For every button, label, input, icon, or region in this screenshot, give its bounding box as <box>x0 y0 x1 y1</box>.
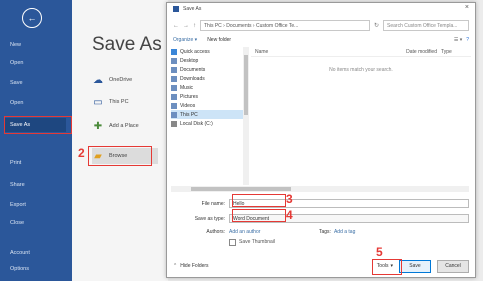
step-highlight-5 <box>372 259 402 275</box>
empty-list-message: No items match your search. <box>329 67 393 73</box>
up-icon[interactable]: ↑ <box>193 23 196 29</box>
tags-input[interactable]: Add a tag <box>334 229 355 235</box>
rail-item-open[interactable]: Open <box>10 60 23 66</box>
tree-item-music[interactable]: Music <box>171 83 243 92</box>
backstage-panel: Save As ☁ OneDrive ▭ This PC ✚ Add a Pla… <box>72 0 168 281</box>
tree-item-documents[interactable]: Documents <box>171 65 243 74</box>
location-this-pc[interactable]: ▭ This PC <box>92 94 128 110</box>
organize-button[interactable]: Organize ▾ <box>173 37 197 43</box>
back-icon[interactable]: ← <box>173 23 179 29</box>
navigation-bar: ← → ↑ This PC › Documents › Custom Offic… <box>173 19 469 32</box>
cloud-icon: ☁ <box>93 74 103 86</box>
command-bar: Organize ▾ New folder ☰ ▾ ? <box>173 35 469 45</box>
view-options-icon[interactable]: ☰ ▾ <box>454 37 462 43</box>
file-name-row: File name: Hello <box>175 197 471 210</box>
step-number-2: 2 <box>78 146 85 160</box>
close-icon[interactable]: × <box>465 4 469 11</box>
column-type[interactable]: Type <box>437 49 471 55</box>
pictures-icon <box>171 93 177 100</box>
save-type-row: Save as type: Word Document <box>175 212 471 225</box>
address-bar[interactable]: This PC › Documents › Custom Office Te..… <box>200 20 370 31</box>
location-add-place[interactable]: ✚ Add a Place <box>92 118 139 134</box>
refresh-icon[interactable]: ↻ <box>374 22 379 29</box>
tags-label: Tags: <box>319 229 331 235</box>
checkbox[interactable] <box>229 238 236 246</box>
tree-item-pictures[interactable]: Pictures <box>171 92 243 101</box>
rail-item-share[interactable]: Share <box>10 182 25 188</box>
back-arrow-icon[interactable]: ← <box>22 8 42 28</box>
save-as-dialog: Save As × ← → ↑ This PC › Documents › Cu… <box>166 2 476 278</box>
drive-icon <box>171 120 177 127</box>
location-onedrive[interactable]: ☁ OneDrive <box>92 72 132 88</box>
step-highlight-4 <box>232 209 286 222</box>
plus-icon: ✚ <box>93 120 103 132</box>
tree-item-downloads[interactable]: Downloads <box>171 74 243 83</box>
save-form: File name: Hello Save as type: Word Docu… <box>175 197 471 247</box>
rail-item-account[interactable]: Account <box>10 250 30 256</box>
hide-folders-button[interactable]: ⌃ Hide Folders <box>173 263 209 269</box>
documents-icon <box>171 66 177 73</box>
rail-item-close[interactable]: Close <box>10 220 24 226</box>
step-highlight-3 <box>232 194 286 207</box>
computer-icon: ▭ <box>93 96 103 108</box>
tree-item-quick-access[interactable]: Quick access <box>171 47 243 56</box>
chevron-up-icon: ⌃ <box>173 263 178 269</box>
file-name-label: File name: <box>201 200 225 207</box>
music-icon <box>171 84 177 91</box>
file-list: Name Date modified Type No items match y… <box>251 47 471 177</box>
rail-item-info[interactable]: Open <box>10 100 23 106</box>
help-icon[interactable]: ? <box>466 37 469 43</box>
step-number-3: 3 <box>286 192 293 206</box>
dialog-title: Save As <box>183 6 202 12</box>
rail-item-export[interactable]: Export <box>10 202 26 208</box>
step-number-4: 4 <box>286 208 293 222</box>
new-folder-button[interactable]: New folder <box>207 37 231 43</box>
horizontal-scrollbar[interactable] <box>171 186 469 192</box>
dialog-footer: ⌃ Hide Folders Tools ▾ Save Cancel <box>173 259 469 273</box>
backstage-rail: ← New Open Save Open Save As Print Share… <box>0 0 72 281</box>
step-number-5: 5 <box>376 245 383 259</box>
rail-item-save[interactable]: Save <box>10 80 23 86</box>
star-icon <box>171 48 177 55</box>
desktop-icon <box>171 57 177 64</box>
cancel-button[interactable]: Cancel <box>437 259 469 273</box>
save-type-label: Save as type: <box>194 215 225 222</box>
dialog-titlebar: Save As × <box>167 3 475 15</box>
rail-item-print[interactable]: Print <box>10 160 21 166</box>
authors-input[interactable]: Add an author <box>229 229 319 235</box>
tree-scrollbar[interactable] <box>243 47 249 185</box>
file-list-header: Name Date modified Type <box>251 47 471 57</box>
column-name[interactable]: Name <box>251 49 344 55</box>
scrollbar-thumb[interactable] <box>244 55 248 115</box>
metadata-row: Authors: Add an author Tags: Add a tag <box>175 227 471 237</box>
downloads-icon <box>171 75 177 82</box>
column-date-modified[interactable]: Date modified <box>344 49 437 55</box>
rail-item-new[interactable]: New <box>10 42 21 48</box>
videos-icon <box>171 102 177 109</box>
tree-item-this-pc[interactable]: This PC <box>171 110 243 119</box>
rail-item-options[interactable]: Options <box>10 266 29 272</box>
computer-icon <box>171 111 177 118</box>
tree-item-videos[interactable]: Videos <box>171 101 243 110</box>
forward-icon[interactable]: → <box>183 23 189 29</box>
tree-item-local-disk[interactable]: Local Disk (C:) <box>171 119 243 128</box>
save-button[interactable]: Save <box>399 259 431 273</box>
step-highlight-2 <box>88 146 152 166</box>
tree-item-desktop[interactable]: Desktop <box>171 56 243 65</box>
navigation-tree: Quick access Desktop Documents Downloads… <box>171 47 244 185</box>
page-title: Save As <box>92 34 162 55</box>
step-highlight-1 <box>4 116 72 134</box>
authors-label: Authors: <box>206 229 225 235</box>
search-input[interactable]: Search Custom Office Templa... <box>383 20 469 31</box>
save-thumbnail-option[interactable]: Save Thumbnail <box>175 237 471 247</box>
word-app-icon <box>173 6 179 12</box>
scrollbar-thumb[interactable] <box>191 187 291 191</box>
